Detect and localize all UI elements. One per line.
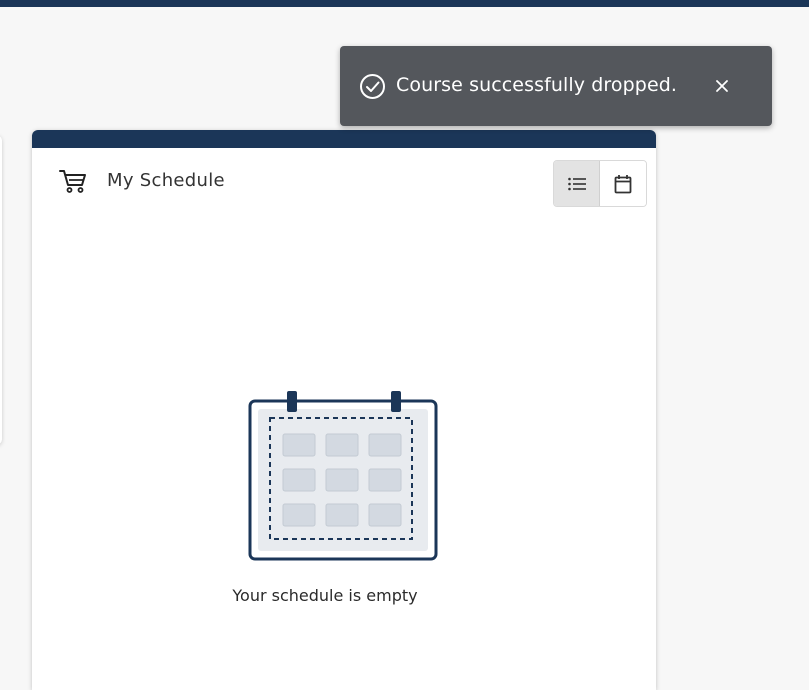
calendar-illustration <box>248 391 438 561</box>
card-header: My Schedule <box>32 148 656 210</box>
top-header-bar <box>0 0 809 7</box>
left-panel-edge <box>0 135 2 445</box>
calendar-icon <box>614 174 632 193</box>
card-title: My Schedule <box>107 170 225 191</box>
empty-state-message-row: Your schedule is empty <box>32 586 656 605</box>
toast-close-button[interactable] <box>706 70 738 102</box>
my-schedule-card: My Schedule Your schedule is empty <box>32 130 656 690</box>
list-icon <box>567 177 586 190</box>
card-accent-bar <box>32 130 656 148</box>
shopping-cart-icon <box>59 170 86 193</box>
close-icon <box>716 80 728 92</box>
check-circle-icon <box>360 74 385 99</box>
toast-notification: Course successfully dropped. <box>340 46 772 126</box>
calendar-view-button[interactable] <box>600 161 646 206</box>
empty-state-message: Your schedule is empty <box>232 586 418 605</box>
view-toggle <box>553 160 647 207</box>
list-view-button[interactable] <box>554 161 601 206</box>
toast-message: Course successfully dropped. <box>396 74 678 96</box>
